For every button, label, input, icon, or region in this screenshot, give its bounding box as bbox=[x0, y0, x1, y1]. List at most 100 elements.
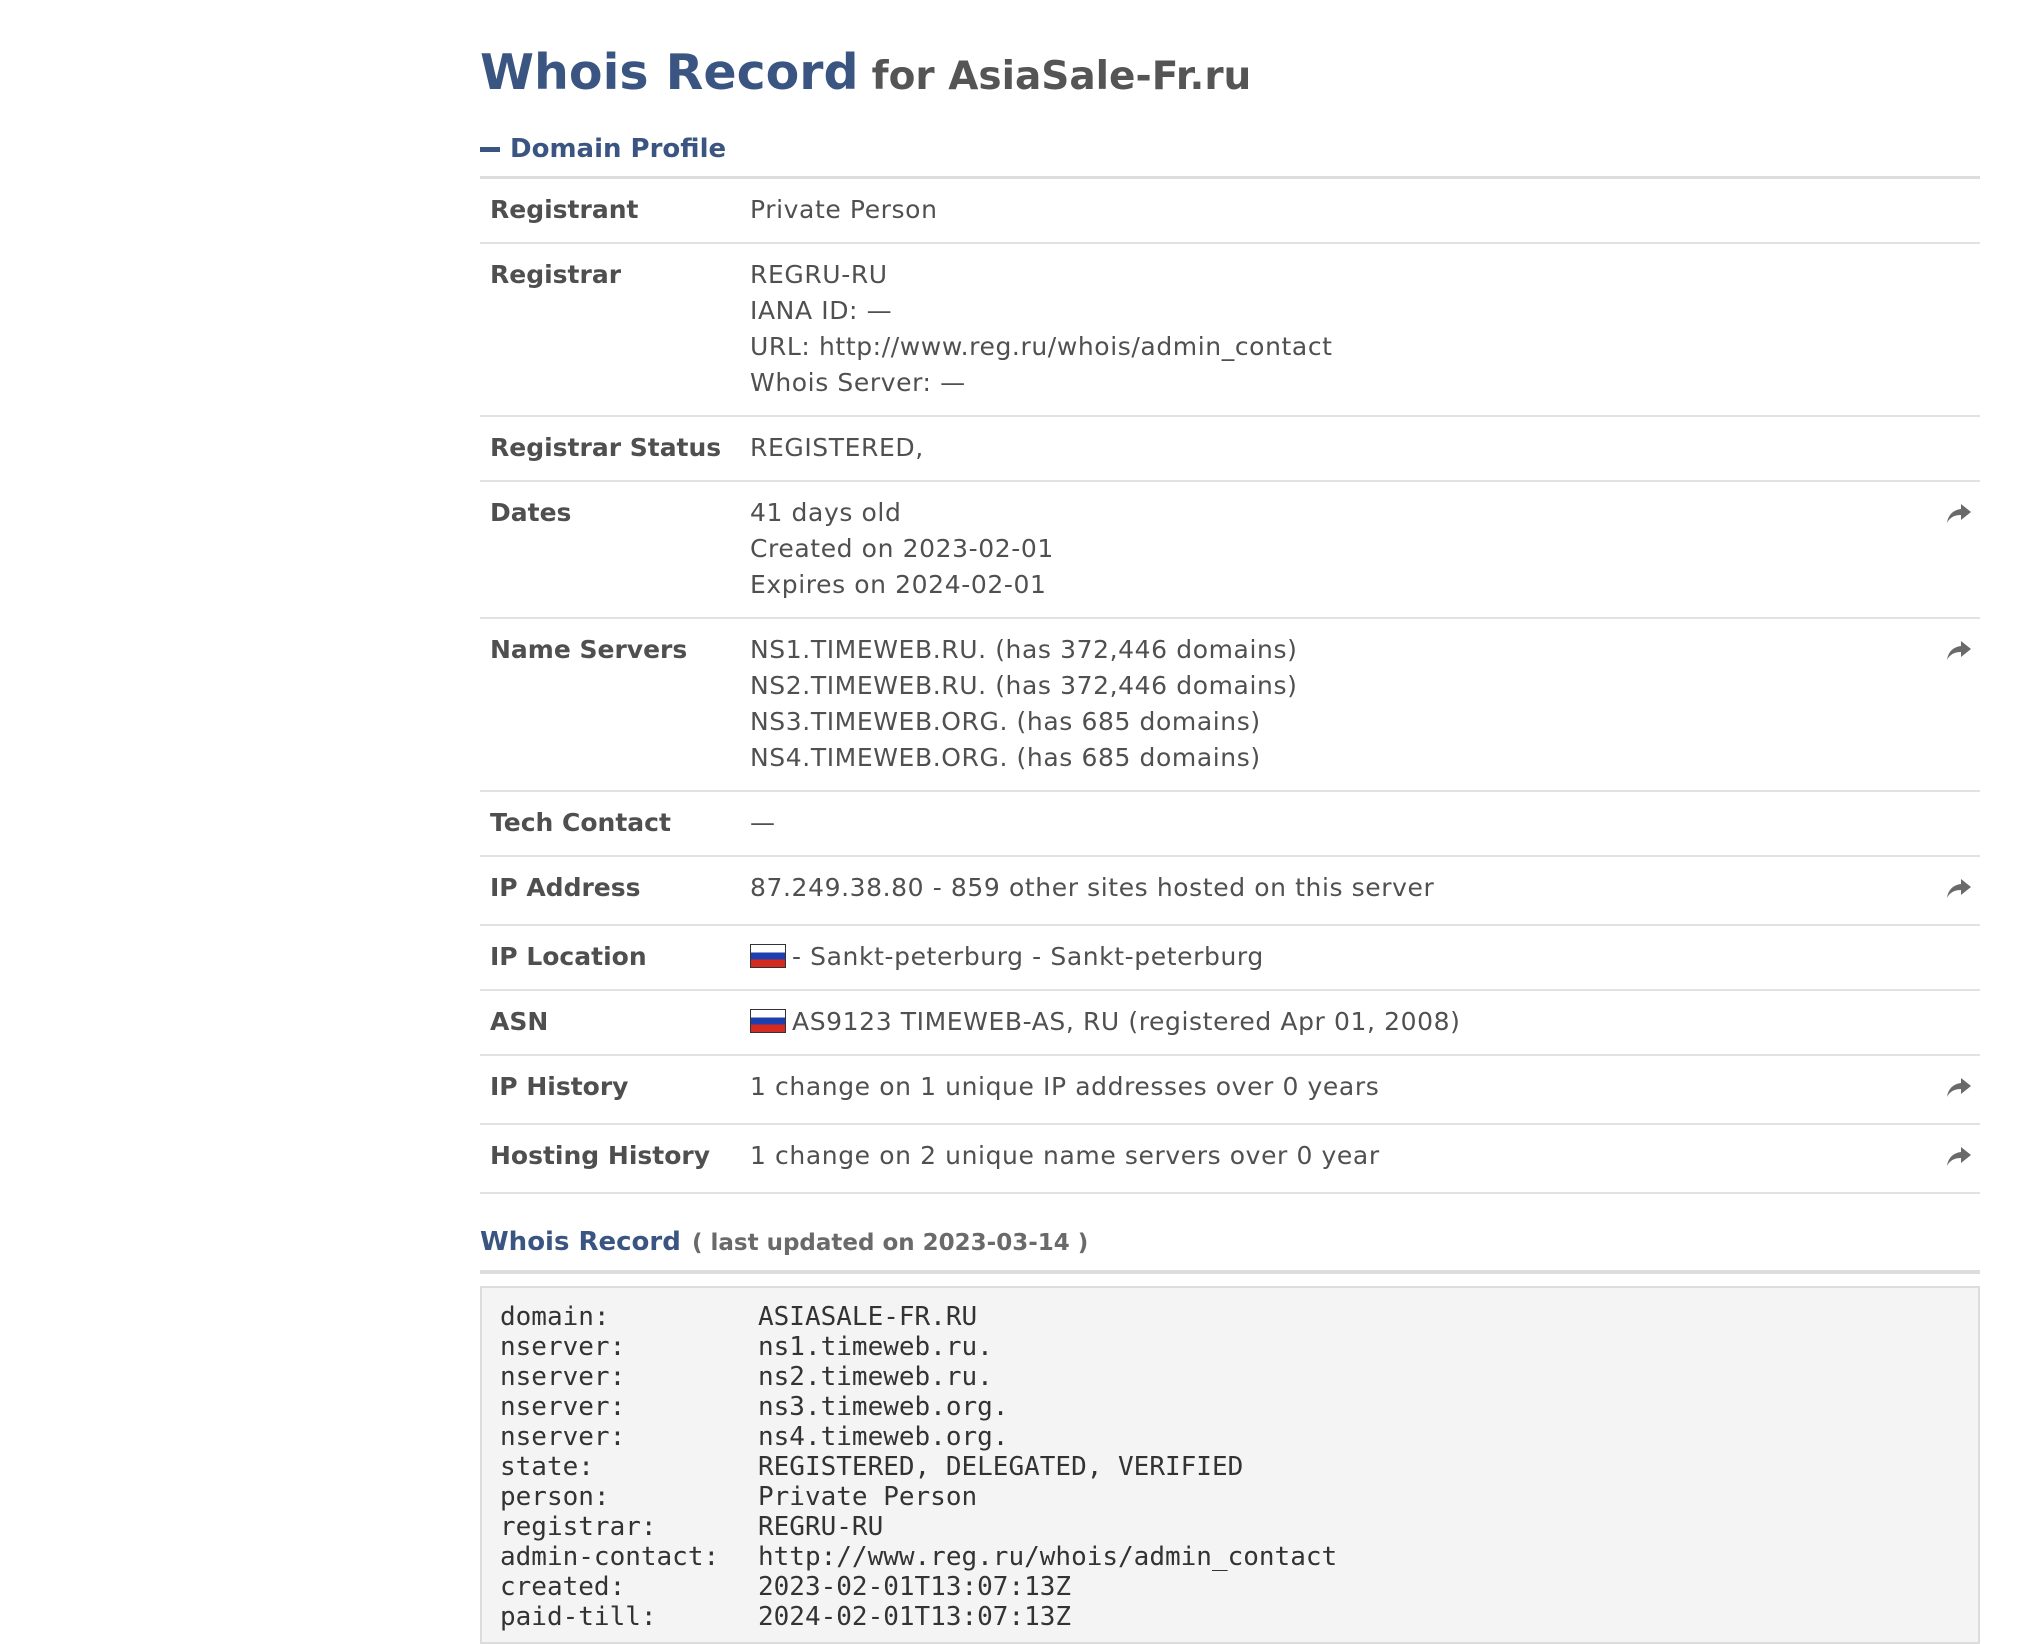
profile-value-text: NS3.TIMEWEB.ORG. (has 685 domains) bbox=[750, 707, 1261, 736]
profile-row-action bbox=[1922, 791, 1980, 857]
raw-whois-value: ns3.timeweb.org. bbox=[758, 1392, 1009, 1422]
profile-value-line: Expires on 2024-02-01 bbox=[750, 567, 1922, 603]
profile-value-line: — bbox=[750, 805, 1922, 841]
profile-row-action bbox=[1922, 179, 1980, 244]
profile-value-line: Private Person bbox=[750, 192, 1922, 228]
profile-value-text: Whois Server: — bbox=[750, 368, 966, 397]
whois-record-title: Whois Record bbox=[480, 1227, 681, 1257]
profile-row-label: Tech Contact bbox=[480, 791, 750, 857]
profile-row: Hosting History 1 change on 2 unique name… bbox=[480, 1124, 1980, 1194]
raw-whois-value: ns4.timeweb.org. bbox=[758, 1422, 1009, 1452]
profile-value-text: — bbox=[750, 808, 776, 837]
raw-whois-line: created: 2023-02-01T13:07:13Z bbox=[500, 1572, 1960, 1602]
profile-value-text: Created on 2023-02-01 bbox=[750, 534, 1054, 563]
profile-value-text: NS1.TIMEWEB.RU. (has 372,446 domains) bbox=[750, 635, 1298, 664]
profile-row-value: AS9123 TIMEWEB-AS, RU (registered Apr 01… bbox=[750, 990, 1922, 1056]
profile-row: Registrar Status REGISTERED, bbox=[480, 416, 1980, 482]
profile-row-value: — bbox=[750, 791, 1922, 857]
raw-whois-line: nserver: ns4.timeweb.org. bbox=[500, 1422, 1960, 1452]
raw-whois-line: state: REGISTERED, DELEGATED, VERIFIED bbox=[500, 1452, 1960, 1482]
profile-value-text: 87.249.38.80 - 859 other sites hosted on… bbox=[750, 873, 1435, 902]
profile-value-line: 87.249.38.80 - 859 other sites hosted on… bbox=[750, 870, 1922, 906]
profile-value-line: REGISTERED, bbox=[750, 430, 1922, 466]
raw-whois-line: paid-till: 2024-02-01T13:07:13Z bbox=[500, 1602, 1960, 1632]
page-title: Whois Record for AsiaSale-Fr.ru bbox=[480, 38, 1980, 108]
raw-whois-key: created: bbox=[500, 1572, 626, 1602]
profile-value-line: 1 change on 1 unique IP addresses over 0… bbox=[750, 1069, 1922, 1105]
share-arrow-icon[interactable] bbox=[1946, 640, 1972, 662]
profile-row: Name Servers NS1.TIMEWEB.RU. (has 372,446… bbox=[480, 618, 1980, 792]
profile-value-text: 41 days old bbox=[750, 498, 902, 527]
profile-row-value: - Sankt-peterburg - Sankt-peterburg bbox=[750, 925, 1922, 991]
profile-row-label: Hosting History bbox=[480, 1124, 750, 1194]
raw-whois-key: nserver: bbox=[500, 1362, 626, 1392]
profile-row-label: Registrar Status bbox=[480, 416, 750, 482]
profile-row-label: IP History bbox=[480, 1055, 750, 1125]
page-title-main: Whois Record bbox=[480, 44, 859, 101]
profile-row-value: 1 change on 1 unique IP addresses over 0… bbox=[750, 1055, 1922, 1125]
profile-row-value: 1 change on 2 unique name servers over 0… bbox=[750, 1124, 1922, 1194]
profile-value-text: NS2.TIMEWEB.RU. (has 372,446 domains) bbox=[750, 671, 1298, 700]
profile-value-line: NS1.TIMEWEB.RU. (has 372,446 domains) bbox=[750, 632, 1922, 668]
raw-whois-value: 2024-02-01T13:07:13Z bbox=[758, 1602, 1072, 1632]
profile-value-text: 1 change on 2 unique name servers over 0… bbox=[750, 1141, 1380, 1170]
profile-value-text: Expires on 2024-02-01 bbox=[750, 570, 1047, 599]
profile-value-line: IANA ID: — bbox=[750, 293, 1922, 329]
profile-value-line: NS3.TIMEWEB.ORG. (has 685 domains) bbox=[750, 704, 1922, 740]
profile-row: Registrant Private Person bbox=[480, 179, 1980, 244]
profile-row-action bbox=[1922, 416, 1980, 482]
profile-value-line: 1 change on 2 unique name servers over 0… bbox=[750, 1138, 1922, 1174]
profile-row: IP Address 87.249.38.80 - 859 other sites… bbox=[480, 856, 1980, 926]
profile-row-action bbox=[1922, 1124, 1980, 1194]
raw-whois-value: 2023-02-01T13:07:13Z bbox=[758, 1572, 1072, 1602]
profile-row: Registrar REGRU-RU IANA ID: — URL: http://w… bbox=[480, 243, 1980, 417]
raw-whois-line: domain: ASIASALE-FR.RU bbox=[500, 1302, 1960, 1332]
profile-row-action bbox=[1922, 243, 1980, 417]
raw-whois-line: person: Private Person bbox=[500, 1482, 1960, 1512]
profile-row-value: 41 days old Created on 2023-02-01 Expires … bbox=[750, 481, 1922, 619]
profile-row-label: Dates bbox=[480, 481, 750, 619]
profile-row-value: NS1.TIMEWEB.RU. (has 372,446 domains) NS2… bbox=[750, 618, 1922, 792]
raw-whois-key: nserver: bbox=[500, 1392, 626, 1422]
profile-row-label: ASN bbox=[480, 990, 750, 1056]
page-title-domain: for AsiaSale-Fr.ru bbox=[871, 54, 1252, 99]
profile-row-label: IP Address bbox=[480, 856, 750, 926]
profile-row-value: REGRU-RU IANA ID: — URL: http://www.reg.ru… bbox=[750, 243, 1922, 417]
raw-whois-key: nserver: bbox=[500, 1332, 626, 1362]
raw-whois-value: ns2.timeweb.ru. bbox=[758, 1362, 993, 1392]
profile-value-line: URL: http://www.reg.ru/whois/admin_conta… bbox=[750, 329, 1922, 365]
profile-value-text: - Sankt-peterburg - Sankt-peterburg bbox=[792, 942, 1264, 971]
raw-whois-key: admin-contact: bbox=[500, 1542, 720, 1572]
raw-whois-value: ns1.timeweb.ru. bbox=[758, 1332, 993, 1362]
raw-whois-line: nserver: ns1.timeweb.ru. bbox=[500, 1332, 1960, 1362]
profile-value-text: REGISTERED, bbox=[750, 433, 924, 462]
profile-row-action bbox=[1922, 618, 1980, 792]
raw-whois-key: state: bbox=[500, 1452, 594, 1482]
share-arrow-icon[interactable] bbox=[1946, 878, 1972, 900]
russia-flag-icon bbox=[750, 1009, 786, 1033]
profile-value-text: NS4.TIMEWEB.ORG. (has 685 domains) bbox=[750, 743, 1261, 772]
share-arrow-icon[interactable] bbox=[1946, 1146, 1972, 1168]
domain-profile-toggle[interactable]: Domain Profile bbox=[480, 130, 1980, 179]
profile-value-text: AS9123 TIMEWEB-AS, RU (registered Apr 01… bbox=[792, 1007, 1461, 1036]
profile-value-line: AS9123 TIMEWEB-AS, RU (registered Apr 01… bbox=[750, 1004, 1922, 1040]
raw-whois-value: Private Person bbox=[758, 1482, 978, 1512]
profile-value-text: IANA ID: — bbox=[750, 296, 893, 325]
profile-value-line: REGRU-RU bbox=[750, 257, 1922, 293]
profile-value-line: NS2.TIMEWEB.RU. (has 372,446 domains) bbox=[750, 668, 1922, 704]
profile-row-label: IP Location bbox=[480, 925, 750, 991]
profile-row: IP Location - Sankt-peterburg - Sankt-pet… bbox=[480, 925, 1980, 991]
russia-flag-icon bbox=[750, 944, 786, 968]
profile-row-label: Registrar bbox=[480, 243, 750, 417]
profile-value-line: NS4.TIMEWEB.ORG. (has 685 domains) bbox=[750, 740, 1922, 776]
raw-whois-line: nserver: ns2.timeweb.ru. bbox=[500, 1362, 1960, 1392]
profile-row-action bbox=[1922, 481, 1980, 619]
share-arrow-icon[interactable] bbox=[1946, 503, 1972, 525]
minus-icon bbox=[480, 146, 500, 152]
profile-value-line: Created on 2023-02-01 bbox=[750, 531, 1922, 567]
raw-whois-value: ASIASALE-FR.RU bbox=[758, 1302, 978, 1332]
profile-row: IP History 1 change on 1 unique IP addres… bbox=[480, 1055, 1980, 1125]
share-arrow-icon[interactable] bbox=[1946, 1077, 1972, 1099]
raw-whois-line: nserver: ns3.timeweb.org. bbox=[500, 1392, 1960, 1422]
domain-profile-table: Registrant Private Person Registrar REGRU-R… bbox=[480, 179, 1980, 1194]
